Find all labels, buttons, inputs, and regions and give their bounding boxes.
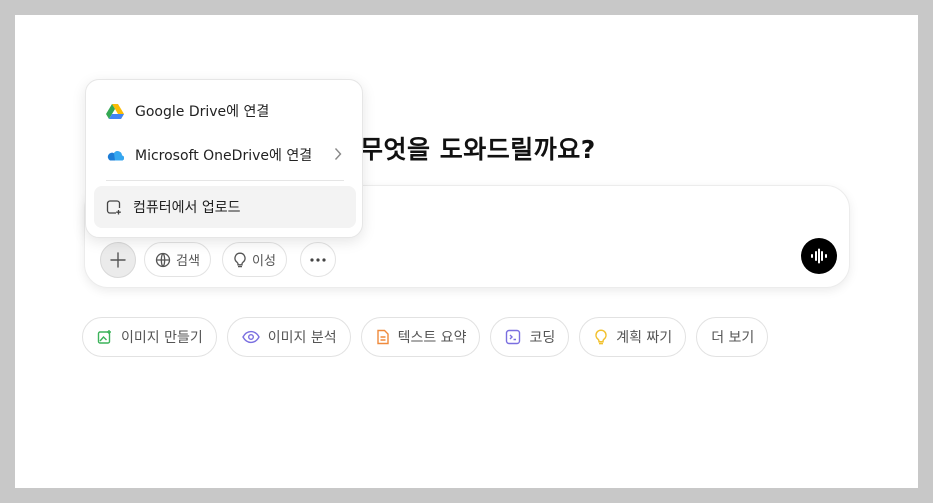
plus-icon [110, 252, 126, 268]
menu-divider [106, 180, 344, 181]
menu-item-onedrive[interactable]: Microsoft OneDrive에 연결 [94, 134, 356, 176]
menu-item-label: Google Drive에 연결 [135, 104, 270, 120]
more-tools-button[interactable] [300, 242, 336, 277]
menu-item-google-drive[interactable]: Google Drive에 연결 [94, 90, 356, 132]
chip-more[interactable]: 더 보기 [696, 317, 769, 357]
image-create-icon [97, 330, 111, 344]
chip-label: 텍스트 요약 [397, 330, 467, 346]
chip-label: 코딩 [529, 330, 556, 346]
lightbulb-icon [595, 329, 607, 345]
chip-label: 이미지 만들기 [121, 330, 203, 346]
chip-analyze-image[interactable]: 이미지 분석 [226, 317, 351, 357]
attach-button[interactable] [100, 242, 136, 278]
page-title-text: 무엇을 도와드릴까요? [360, 135, 596, 164]
document-icon [376, 329, 389, 345]
reasoning-button[interactable]: 이성 [222, 242, 287, 277]
chip-coding[interactable]: 코딩 [490, 317, 570, 357]
chip-planning[interactable]: 계획 짜기 [579, 317, 687, 357]
chip-create-image[interactable]: 이미지 만들기 [82, 317, 217, 357]
voice-mode-button[interactable] [801, 238, 837, 274]
attach-menu: Google Drive에 연결 Microsoft OneDrive에 연결 … [85, 79, 363, 238]
upload-file-icon [106, 200, 121, 215]
menu-item-upload-from-computer[interactable]: 컴퓨터에서 업로드 [94, 186, 356, 228]
onedrive-icon [107, 151, 124, 161]
more-dots-icon [310, 257, 326, 262]
chip-label: 더 보기 [711, 330, 755, 346]
terminal-icon [506, 329, 521, 345]
google-drive-icon [106, 104, 124, 119]
search-button-label: 검색 [176, 254, 200, 269]
suggestion-chips: 이미지 만들기 이미지 분석 텍스트 요약 코딩 계획 짜기 더 보기 [82, 317, 769, 357]
eye-icon [241, 330, 260, 344]
menu-item-label: 컴퓨터에서 업로드 [133, 200, 241, 216]
waveform-icon [811, 248, 827, 264]
search-button[interactable]: 검색 [144, 242, 211, 277]
chip-label: 계획 짜기 [616, 330, 673, 346]
reasoning-button-label: 이성 [252, 254, 276, 269]
page-title: 무엇을 도와드릴까요? [360, 130, 596, 166]
lightbulb-icon [234, 252, 246, 267]
chip-label: 이미지 분석 [267, 330, 337, 346]
globe-icon [155, 252, 171, 267]
menu-item-label: Microsoft OneDrive에 연결 [135, 148, 313, 164]
chevron-right-icon [334, 148, 342, 160]
chip-summarize-text[interactable]: 텍스트 요약 [360, 317, 481, 357]
